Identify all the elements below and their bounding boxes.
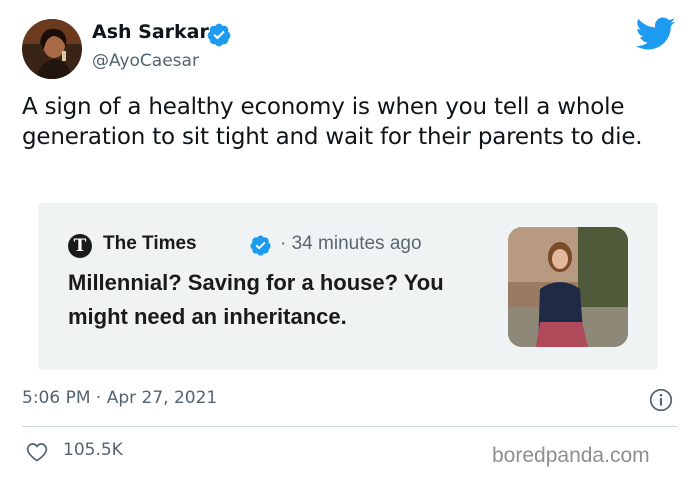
the-times-logo-icon: T xyxy=(68,234,92,258)
embedded-source-row: T The Times · 34 minutes ago xyxy=(68,233,468,259)
verified-badge-icon xyxy=(249,234,272,257)
divider xyxy=(22,426,678,427)
embedded-source-name[interactable]: The Times xyxy=(103,233,197,255)
heart-icon[interactable] xyxy=(25,440,49,464)
embedded-article-photo[interactable] xyxy=(508,227,628,347)
embedded-time-ago: · 34 minutes ago xyxy=(280,233,422,254)
watermark: boredpanda.com xyxy=(492,444,650,467)
embedded-tweet-card[interactable]: T The Times · 34 minutes ago Millennial?… xyxy=(38,203,658,370)
author-avatar[interactable] xyxy=(22,19,82,79)
verified-badge-icon xyxy=(206,22,232,48)
like-count: 105.5K xyxy=(63,440,123,460)
author-name[interactable]: Ash Sarkar xyxy=(92,21,209,43)
tweet-text: A sign of a healthy economy is when you … xyxy=(22,94,643,150)
info-icon[interactable] xyxy=(648,387,674,413)
tweet-timestamp[interactable]: 5:06 PM · Apr 27, 2021 xyxy=(22,388,217,408)
author-handle[interactable]: @AyoCaesar xyxy=(92,51,199,71)
embedded-headline: Millennial? Saving for a house? You migh… xyxy=(68,270,444,329)
twitter-bird-icon[interactable] xyxy=(635,17,676,51)
